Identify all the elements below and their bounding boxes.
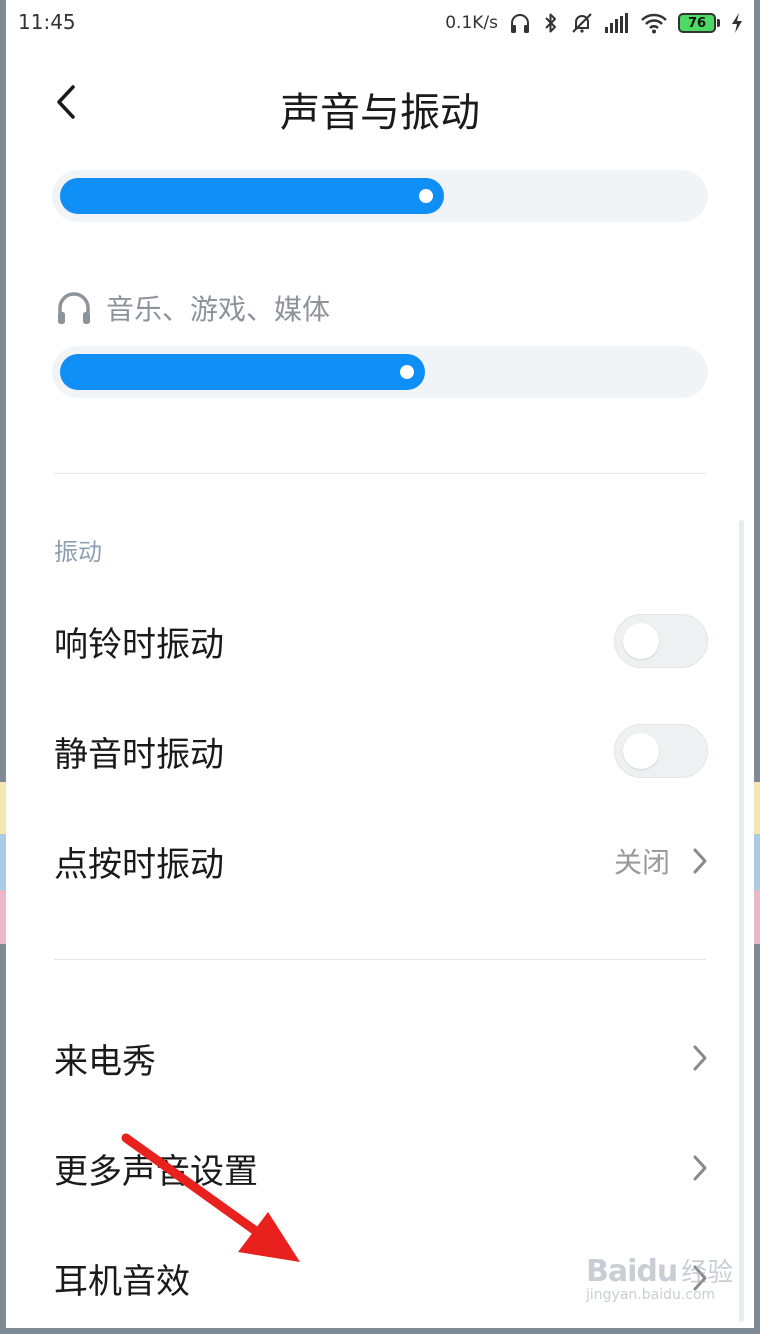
status-time: 11:45: [18, 10, 76, 34]
device-frame-bottom: [0, 1328, 760, 1334]
ring-vibrate-label: 响铃时振动: [54, 624, 224, 665]
watermark-brand: Baidu: [586, 1254, 678, 1289]
ring-volume-slider[interactable]: [52, 170, 708, 222]
status-icons: 0.1K/s 76: [445, 8, 744, 38]
battery-level: 76: [687, 15, 707, 31]
toggle-knob: [623, 623, 659, 659]
watermark-url: jingyan.baidu.com: [586, 1287, 716, 1303]
frame-accent-blue-right: [754, 834, 760, 890]
signal-icon: [604, 12, 630, 34]
divider: [54, 959, 706, 960]
watermark-brand-cn: 经验: [681, 1258, 734, 1288]
ring-volume-thumb[interactable]: [419, 189, 433, 203]
media-volume-text: 音乐、游戏、媒体: [106, 293, 331, 326]
media-volume-thumb[interactable]: [400, 365, 414, 379]
scrollbar[interactable]: [739, 520, 744, 1322]
caller-show-row[interactable]: 来电秀: [54, 1003, 708, 1113]
section-title-vibration: 振动: [54, 538, 102, 566]
toggle-knob: [623, 733, 659, 769]
media-volume-slider[interactable]: [52, 346, 708, 398]
silent-vibrate-row[interactable]: 静音时振动: [54, 696, 708, 806]
touch-vibrate-row[interactable]: 点按时振动 关闭: [54, 806, 708, 916]
frame-accent-yellow-right: [754, 782, 760, 834]
wifi-icon: [640, 12, 668, 34]
bluetooth-icon: [542, 11, 560, 35]
ring-volume-fill: [60, 178, 444, 214]
headset-icon: [508, 11, 532, 35]
baidu-watermark: Baidu 经验 jingyan.baidu.com: [586, 1252, 736, 1322]
ring-vibrate-toggle[interactable]: [614, 614, 708, 668]
mute-bell-icon: [570, 11, 594, 35]
device-frame-right: [754, 0, 760, 1334]
status-bar: 11:45 0.1K/s 76: [6, 0, 754, 46]
battery-icon: 76: [678, 13, 720, 33]
charging-bolt-icon: [730, 12, 744, 34]
chevron-right-icon: [693, 848, 707, 874]
annotation-arrow-icon: [121, 1133, 300, 1262]
ring-vibrate-row[interactable]: 响铃时振动: [54, 586, 708, 696]
header: 声音与振动: [6, 58, 754, 148]
network-speed: 0.1K/s: [445, 13, 498, 33]
silent-vibrate-toggle[interactable]: [614, 724, 708, 778]
chevron-right-icon: [693, 1155, 707, 1181]
chevron-right-icon: [693, 1045, 707, 1071]
headphones-icon: [58, 292, 90, 324]
phone-screen: 11:45 0.1K/s 76 声音与振动 音乐、游戏、媒体 振动 响铃时振动 …: [6, 0, 754, 1328]
touch-vibrate-label: 点按时振动: [54, 844, 224, 885]
frame-accent-pink-right: [754, 890, 760, 944]
divider: [54, 473, 706, 474]
silent-vibrate-label: 静音时振动: [54, 734, 224, 775]
caller-show-label: 来电秀: [54, 1041, 156, 1082]
page-title: 声音与振动: [280, 90, 480, 136]
media-volume-label: 音乐、游戏、媒体: [54, 286, 330, 330]
media-volume-fill: [60, 354, 425, 390]
touch-vibrate-value: 关闭: [613, 846, 670, 879]
